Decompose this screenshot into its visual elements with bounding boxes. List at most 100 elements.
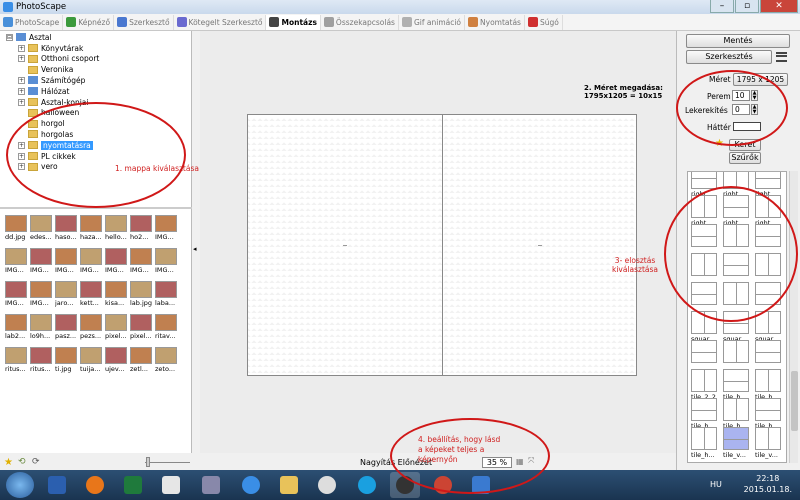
photo-thumbnail[interactable]: haza... <box>80 215 103 247</box>
tab-icon <box>401 17 412 27</box>
ie-icon[interactable] <box>236 472 266 498</box>
photo-thumbnail[interactable]: IMG... <box>130 248 153 280</box>
photo-thumbnail[interactable]: IMG... <box>5 248 28 280</box>
tab-2[interactable]: Szerkesztő <box>114 14 174 30</box>
photo-thumbnail[interactable]: tuija... <box>80 347 103 379</box>
word-icon[interactable] <box>42 472 72 498</box>
expand-icon[interactable]: ⊟ <box>6 33 13 41</box>
media-icon[interactable] <box>312 472 342 498</box>
photo-image <box>130 215 152 232</box>
photo-thumbnail[interactable]: ritav... <box>155 314 178 346</box>
expand-icon[interactable]: + <box>18 55 25 63</box>
layout-option[interactable]: tile_h... <box>691 427 718 461</box>
tree-node[interactable]: + Hálózat <box>18 86 69 96</box>
edit-button[interactable]: Szerkesztés <box>686 50 772 64</box>
excel-icon[interactable] <box>118 472 148 498</box>
tree-node[interactable]: ⊟ Asztal <box>6 32 52 42</box>
photo-thumbnail[interactable]: lab.jpg <box>130 281 153 313</box>
layout-preview <box>691 398 717 421</box>
photo-thumbnail[interactable]: IMG... <box>30 281 53 313</box>
photo-caption: lab2... <box>5 332 26 340</box>
firefox-icon[interactable] <box>80 472 110 498</box>
tab-8[interactable]: Súgó <box>525 14 563 30</box>
language-indicator[interactable]: HU <box>710 480 722 489</box>
photo-thumbnail[interactable]: ho2... <box>130 215 153 247</box>
folder-icon <box>28 54 38 63</box>
explorer-icon[interactable] <box>196 472 226 498</box>
photo-thumbnail[interactable]: zetl... <box>130 347 153 379</box>
slider-handle[interactable] <box>146 457 150 467</box>
skype-icon[interactable] <box>352 472 382 498</box>
star-icon[interactable]: ★ <box>4 457 13 468</box>
photo-thumbnail[interactable]: hello... <box>105 215 128 247</box>
tree-node[interactable]: + Könyvtárak <box>18 43 83 53</box>
photo-thumbnail[interactable]: kisa... <box>105 281 128 313</box>
photo-thumbnail[interactable]: pezs... <box>80 314 103 346</box>
folder-icon[interactable] <box>274 472 304 498</box>
filters-button[interactable]: Szűrők <box>729 152 761 164</box>
expand-icon[interactable]: + <box>18 44 25 52</box>
photo-thumbnail[interactable]: jaro... <box>55 281 78 313</box>
photo-thumbnail[interactable]: ti.jpg <box>55 347 78 379</box>
thumb-size-slider[interactable] <box>145 462 190 463</box>
photo-thumbnail[interactable]: pixel... <box>105 314 128 346</box>
photo-thumbnail[interactable]: zeto... <box>155 347 178 379</box>
photo-thumbnail[interactable]: laba... <box>155 281 178 313</box>
tab-6[interactable]: Gif animáció <box>399 14 466 30</box>
tab-7[interactable]: Nyomtatás <box>465 14 525 30</box>
photo-thumbnail[interactable]: IMG... <box>30 248 53 280</box>
photo-image <box>5 248 27 265</box>
tree-node[interactable]: + Számítógép <box>18 75 85 85</box>
calendar-icon[interactable] <box>156 472 186 498</box>
photo-thumbnail[interactable]: pixel... <box>130 314 153 346</box>
layout-option[interactable]: tile_v... <box>755 427 782 461</box>
tree-node[interactable]: Veronika <box>18 65 73 75</box>
photo-thumbnail[interactable]: IMG... <box>155 248 178 280</box>
photo-thumbnail[interactable]: edes... <box>30 215 53 247</box>
clock[interactable]: 22:18 2015.01.18. <box>744 473 792 495</box>
annotation-3: 3- elosztás kiválasztása <box>612 256 659 274</box>
photo-image <box>30 215 52 232</box>
layout-preview <box>691 427 717 450</box>
tree-node[interactable]: + Otthoni csoport <box>18 54 99 64</box>
photo-caption: dd.jpg <box>5 233 26 241</box>
start-button[interactable] <box>6 472 34 498</box>
tab-icon <box>269 17 280 27</box>
montage-canvas[interactable] <box>247 114 637 376</box>
photo-thumbnail[interactable]: IMG... <box>80 248 103 280</box>
photo-thumbnail[interactable]: pasz... <box>55 314 78 346</box>
photo-thumbnail[interactable]: kett... <box>80 281 103 313</box>
expand-icon[interactable]: + <box>18 76 25 84</box>
expand-icon[interactable]: + <box>18 87 25 95</box>
photo-thumbnail[interactable]: ritus... <box>30 347 53 379</box>
layout-scrollbar[interactable] <box>789 171 798 463</box>
minimize-button[interactable]: – <box>710 0 734 13</box>
tab-4[interactable]: Montázs <box>266 14 321 30</box>
layout-preview <box>723 369 749 392</box>
close-button[interactable]: ✕ <box>760 0 798 13</box>
tab-0[interactable]: PhotoScape <box>0 14 64 30</box>
maximize-button[interactable]: ▫ <box>735 0 759 13</box>
photo-thumbnail[interactable]: lab2... <box>5 314 28 346</box>
photo-thumbnail[interactable]: IMG... <box>55 248 78 280</box>
photo-caption: ujev... <box>105 365 125 373</box>
photo-caption: kett... <box>80 299 99 307</box>
photo-thumbnail[interactable]: dd.jpg <box>5 215 28 247</box>
collapse-arrow-icon[interactable]: ◂ <box>193 245 197 253</box>
photo-thumbnail[interactable]: haso... <box>55 215 78 247</box>
tab-5[interactable]: Összekapcsolás <box>321 14 399 30</box>
expand-icon[interactable]: + <box>18 98 25 106</box>
tab-1[interactable]: Képnéző <box>63 14 115 30</box>
photo-thumbnail[interactable]: ritus... <box>5 347 28 379</box>
folder-rotate-icon[interactable]: ⟲ <box>18 457 26 467</box>
tab-3[interactable]: Kötegelt Szerkesztő <box>174 14 267 30</box>
photo-thumbnail[interactable]: IMG... <box>155 215 178 247</box>
photo-thumbnail[interactable]: IMG... <box>5 281 28 313</box>
layout-option[interactable]: tile_v... <box>723 427 750 461</box>
photo-thumbnail[interactable]: lo9h... <box>30 314 53 346</box>
refresh-icon[interactable]: ⟳ <box>32 457 40 467</box>
save-button[interactable]: Mentés <box>686 34 790 48</box>
photo-thumbnail[interactable]: IMG... <box>105 248 128 280</box>
photo-thumbnail[interactable]: ujev... <box>105 347 128 379</box>
menu-icon[interactable] <box>776 52 787 62</box>
